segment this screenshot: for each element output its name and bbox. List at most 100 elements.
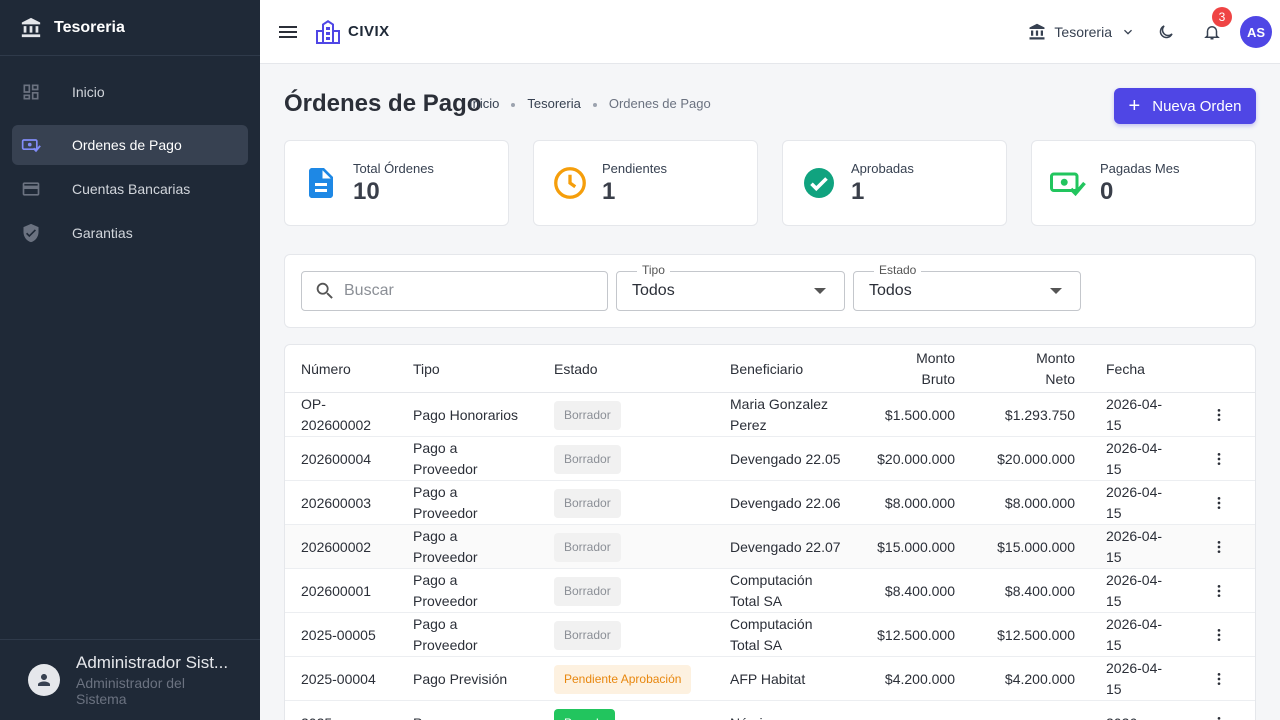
stat-card-pendientes: Pendientes 1: [533, 140, 758, 226]
estado-select-label: Estado: [874, 263, 922, 277]
cell-fecha: 2026-04-15: [1106, 525, 1166, 569]
cell-beneficiario: Computación Total SA: [730, 569, 845, 613]
row-actions-menu-icon[interactable]: [1209, 493, 1229, 513]
col-header-tipo[interactable]: Tipo: [413, 345, 440, 393]
cell-monto-bruto-text: $20.000.000: [877, 450, 955, 467]
sidebar-nav: Inicio Ordenes de Pago Cuentas Bancarias…: [0, 56, 260, 253]
notifications-button[interactable]: 3: [1196, 7, 1232, 48]
col-header-estado[interactable]: Estado: [554, 345, 598, 393]
cell-beneficiario: Maria Gonzalez Perez: [730, 393, 845, 437]
user-name: Administrador Sist...: [76, 653, 229, 672]
cell-tipo-text: Pago: [413, 713, 446, 720]
table-row[interactable]: OP-202600002 Pago Honorarios Maria Gonzale…: [285, 393, 1255, 437]
row-actions-menu-icon[interactable]: [1209, 713, 1229, 720]
cell-beneficiario-text: Maria Gonzalez Perez: [730, 396, 829, 433]
cell-estado: Borrador: [554, 393, 621, 437]
col-header-beneficiario[interactable]: Beneficiario: [730, 345, 803, 393]
cell-fecha: 2026-04-15: [1106, 437, 1166, 481]
cell-estado: Borrador: [554, 613, 621, 657]
module-selector[interactable]: Tesoreria: [1028, 23, 1136, 41]
estado-select-value: Todos: [869, 282, 912, 299]
brand-name: CIVIX: [348, 23, 390, 40]
row-actions-menu-icon[interactable]: [1209, 625, 1229, 645]
estado-select[interactable]: Estado Todos: [853, 263, 1081, 311]
row-actions-menu-icon[interactable]: [1209, 669, 1229, 689]
table-row[interactable]: 2025-00005 Pago a Proveedor Computación To…: [285, 613, 1255, 657]
cell-beneficiario-text: Nómina: [730, 713, 778, 720]
filters-panel: Tipo Todos Estado Todos: [284, 254, 1256, 328]
sidebar-item-garantias[interactable]: Garantias: [12, 213, 248, 253]
brand[interactable]: CIVIX: [314, 18, 390, 46]
table-row[interactable]: 2025-00004 Pago Previsión AFP Habitat $4.20…: [285, 657, 1255, 701]
breadcrumb-tesoreria[interactable]: Tesoreria: [527, 96, 580, 111]
status-badge: Borrador: [554, 576, 621, 606]
status-badge: Pagada: [554, 708, 616, 720]
cell-fecha-text: 2026-04-15: [1106, 660, 1163, 697]
search-field[interactable]: [301, 271, 608, 311]
status-badge: Borrador: [554, 444, 621, 474]
dark-mode-toggle[interactable]: [1150, 16, 1182, 48]
breadcrumb-inicio[interactable]: Inicio: [469, 96, 499, 111]
col-header-monto-neto[interactable]: Monto Neto: [1015, 345, 1075, 393]
city-logo-icon: [316, 19, 340, 44]
row-actions-menu-icon[interactable]: [1209, 449, 1229, 469]
new-order-button[interactable]: + Nueva Orden: [1114, 88, 1256, 124]
cell-beneficiario: AFP Habitat: [730, 657, 845, 701]
cell-beneficiario-text: Devengado 22.05: [730, 450, 841, 467]
menu-icon[interactable]: [276, 20, 300, 44]
cell-monto-bruto: $15.000.000: [845, 525, 955, 569]
sidebar-user[interactable]: Administrador Sist... Administrador del …: [0, 639, 260, 720]
col-header-fecha[interactable]: Fecha: [1106, 345, 1145, 393]
row-actions-menu-icon[interactable]: [1209, 405, 1229, 425]
cell-monto-neto: $15.000.000: [965, 525, 1075, 569]
bank-icon: [1029, 23, 1045, 40]
cell-monto-neto: $1.293.750: [965, 393, 1075, 437]
tipo-select[interactable]: Tipo Todos: [616, 263, 845, 311]
stat-value: 0: [1100, 177, 1114, 205]
sidebar-item-label: Cuentas Bancarias: [72, 181, 191, 197]
credit-card-icon: [20, 178, 42, 200]
cell-fecha: 2026-04-15: [1106, 569, 1166, 613]
cell-estado: Borrador: [554, 481, 621, 525]
status-badge: Borrador: [554, 488, 621, 518]
breadcrumb: Inicio Tesoreria Ordenes de Pago: [469, 96, 711, 111]
stat-value: 10: [353, 177, 380, 205]
cell-numero-text: 2025-00005: [301, 626, 376, 643]
sidebar-item-cuentas-bancarias[interactable]: Cuentas Bancarias: [12, 169, 248, 209]
cell-monto-neto: [965, 701, 1075, 720]
stat-card-aprobadas: Aprobadas 1: [782, 140, 1007, 226]
user-avatar-button[interactable]: AS: [1240, 16, 1272, 48]
row-actions-menu-icon[interactable]: [1209, 581, 1229, 601]
moon-icon: [1159, 25, 1173, 39]
cell-numero: 2025-: [301, 701, 391, 720]
cell-fecha-text: 2026-04-15: [1106, 572, 1163, 609]
new-order-label: Nueva Orden: [1152, 97, 1242, 115]
col-header-numero[interactable]: Número: [301, 345, 351, 393]
search-input[interactable]: [344, 282, 584, 300]
table-row[interactable]: 202600003 Pago a Proveedor Devengado 22.06…: [285, 481, 1255, 525]
sidebar-item-ordenes-de-pago[interactable]: Ordenes de Pago: [12, 125, 248, 165]
table-row[interactable]: 202600002 Pago a Proveedor Devengado 22.07…: [285, 525, 1255, 569]
cell-numero: 2025-00004: [301, 657, 391, 701]
table-header: Número Tipo Estado Beneficiario Monto Br…: [285, 345, 1255, 393]
sidebar-header: Tesoreria: [0, 0, 260, 56]
dropdown-arrow-icon: [814, 288, 826, 294]
stat-value: 1: [851, 177, 865, 205]
sidebar: Tesoreria Inicio Ordenes de Pago Cuentas…: [0, 0, 260, 720]
row-actions-menu-icon[interactable]: [1209, 537, 1229, 557]
table-row[interactable]: 2025- Pago Nómina 2026- Pagada: [285, 701, 1255, 720]
sidebar-item-inicio[interactable]: Inicio: [12, 72, 248, 112]
cell-fecha: 2026-04-15: [1106, 481, 1166, 525]
sidebar-title: Tesoreria: [54, 18, 125, 36]
col-header-monto-bruto[interactable]: Monto Bruto: [895, 345, 955, 393]
cell-numero: OP-202600002: [301, 393, 391, 437]
cell-tipo-text: Pago a Proveedor: [413, 440, 478, 477]
cell-tipo-text: Pago Previsión: [413, 670, 508, 687]
cell-monto-bruto-text: $8.000.000: [884, 494, 955, 511]
cell-tipo-text: Pago a Proveedor: [413, 528, 478, 565]
cell-fecha: 2026-04-15: [1106, 393, 1166, 437]
status-badge: Borrador: [554, 400, 621, 430]
cell-fecha-text: 2026-04-15: [1106, 616, 1163, 653]
table-row[interactable]: 202600004 Pago a Proveedor Devengado 22.05…: [285, 437, 1255, 481]
table-row[interactable]: 202600001 Pago a Proveedor Computación Tot…: [285, 569, 1255, 613]
